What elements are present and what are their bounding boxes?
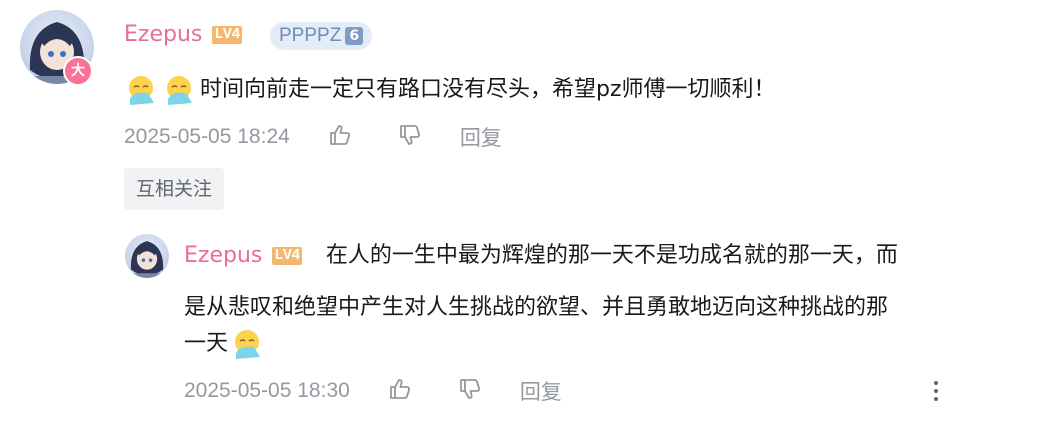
avatar-image	[130, 241, 164, 278]
dislike-icon[interactable]	[398, 123, 422, 151]
facepalm-emoji	[235, 330, 261, 359]
facepalm-emoji	[167, 76, 192, 105]
reply-time: 2025-05-05 18:30	[184, 379, 350, 402]
level-badge: LV4	[212, 25, 242, 44]
reply-text-line2: 是从悲叹和绝望中产生对人生挑战的欲望、并且勇敢地迈向这种挑战的那	[184, 295, 889, 320]
mutual-follow-tag: 互相关注	[124, 168, 225, 210]
dislike-icon[interactable]	[458, 377, 482, 405]
more-options-icon[interactable]	[928, 378, 944, 404]
fan-medal-level: 6	[345, 27, 364, 45]
reply-username[interactable]: Ezepus	[184, 238, 262, 274]
reply-reply-button[interactable]: 回复	[520, 376, 562, 406]
reply-text-line1: 在人的一生中最为辉煌的那一天不是功成名就的那一天，而	[325, 243, 898, 268]
comment-time: 2025-05-05 18:24	[124, 125, 290, 148]
like-icon[interactable]	[388, 377, 412, 405]
vip-badge: 大	[63, 56, 93, 86]
reply-avatar[interactable]	[125, 234, 169, 278]
reply-text-line3: 一天	[184, 331, 229, 356]
facepalm-emoji	[129, 76, 154, 105]
fan-medal[interactable]: PPPPZ 6	[270, 22, 373, 50]
reply-level-badge: LV4	[272, 247, 302, 265]
comment-text: 时间向前走一定只有路口没有尽头，希望pz师傅一切顺利！	[200, 77, 776, 102]
reply-button[interactable]: 回复	[460, 122, 502, 152]
fan-medal-name: PPPPZ	[279, 25, 342, 46]
like-icon[interactable]	[328, 123, 352, 151]
username[interactable]: Ezepus	[124, 22, 202, 47]
